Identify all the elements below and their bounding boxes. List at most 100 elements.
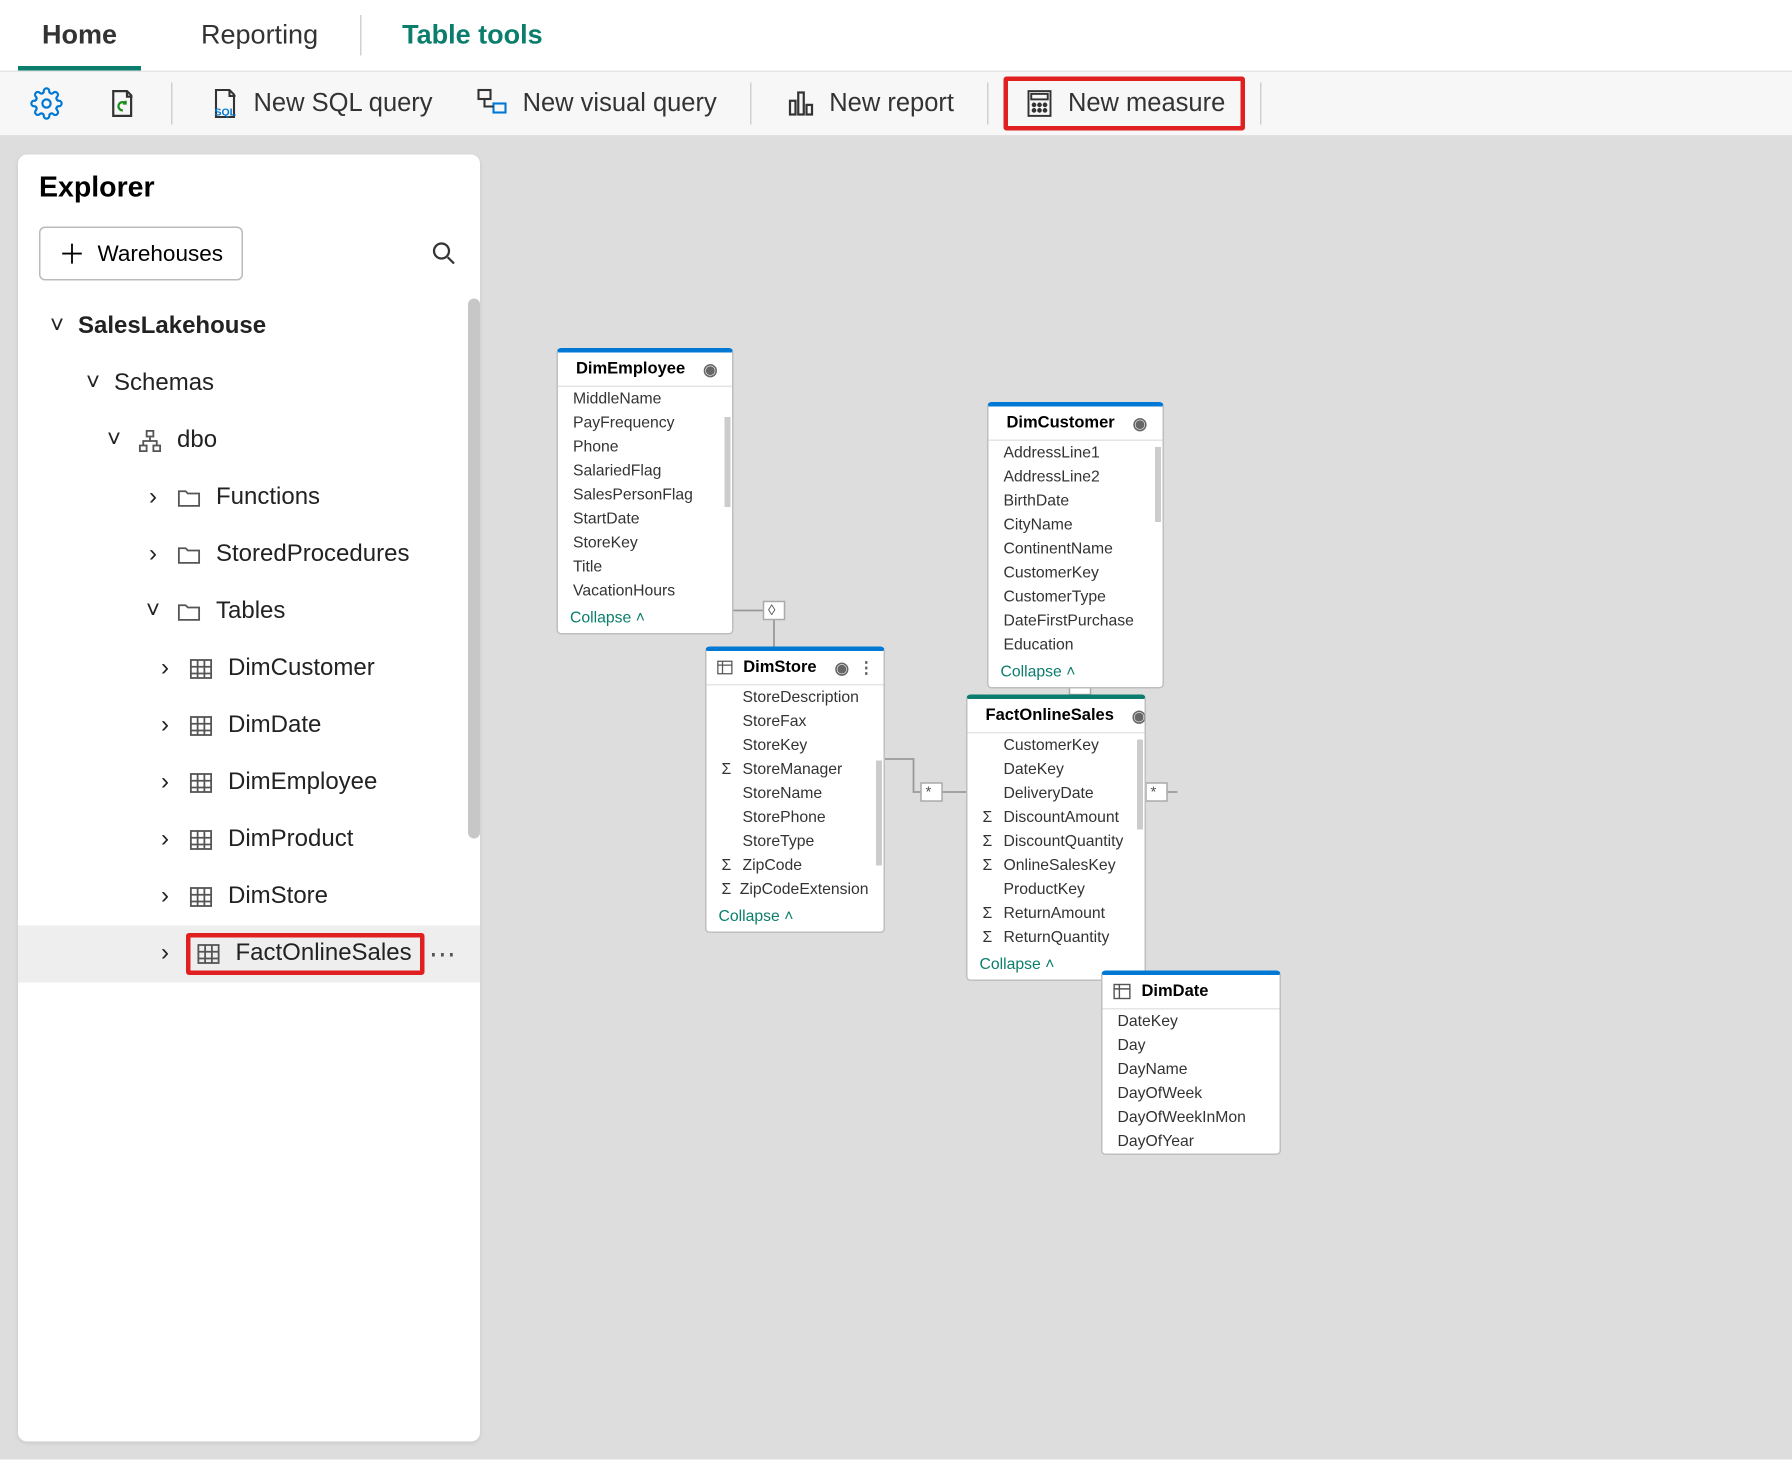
visibility-icon[interactable]: ◉	[1133, 413, 1147, 433]
tree-item-storedprocedures[interactable]: › StoredProcedures	[18, 527, 480, 584]
field-row[interactable]: StoreType	[707, 830, 884, 854]
tree-item-dimdate[interactable]: › DimDate	[18, 698, 480, 755]
field-row[interactable]: DateKey	[1103, 1010, 1280, 1034]
field-row[interactable]: SalesPersonFlag	[558, 483, 732, 507]
field-row[interactable]: DayOfWeek	[1103, 1082, 1280, 1106]
settings-button[interactable]	[12, 81, 81, 126]
tree-label: DimCustomer	[228, 656, 480, 683]
new-report-button[interactable]: New report	[766, 81, 972, 126]
table-card-dimstore[interactable]: DimStore ◉ ⋮ StoreDescriptionStoreFaxSto…	[705, 647, 885, 934]
field-row[interactable]: Education	[989, 633, 1163, 657]
tab-table-tools[interactable]: Table tools	[360, 0, 585, 71]
more-icon[interactable]: ⋮	[858, 658, 875, 678]
tree-item-dimemployee[interactable]: › DimEmployee	[18, 755, 480, 812]
field-row[interactable]: SalariedFlag	[558, 459, 732, 483]
table-card-dimcustomer[interactable]: DimCustomer ◉ ⋮ AddressLine1AddressLine2…	[987, 402, 1164, 689]
collapse-button[interactable]: Collapse˄	[989, 657, 1163, 687]
field-row[interactable]: MiddleName	[558, 387, 732, 411]
tree-item-dbo[interactable]: ˅ dbo	[18, 413, 480, 470]
field-row[interactable]: ΣOnlineSalesKey	[968, 854, 1145, 878]
field-row[interactable]: CustomerKey	[989, 561, 1163, 585]
field-label: StoreType	[743, 833, 815, 851]
field-row[interactable]: DeliveryDate	[968, 782, 1145, 806]
field-row[interactable]: StartDate	[558, 507, 732, 531]
visibility-icon[interactable]: ◉	[1132, 706, 1146, 726]
field-row[interactable]: VacationHours	[558, 579, 732, 603]
field-row[interactable]: PayFrequency	[558, 411, 732, 435]
field-row[interactable]: ΣZipCodeExtension	[707, 878, 884, 902]
field-row[interactable]: ProductKey	[968, 878, 1145, 902]
scrollbar[interactable]	[725, 417, 731, 507]
table-icon	[716, 657, 735, 678]
tree-item-dimproduct[interactable]: › DimProduct	[18, 812, 480, 869]
tree-item-factonlinesales[interactable]: › FactOnlineSales ⋯	[18, 926, 480, 983]
tree-item-dimcustomer[interactable]: › DimCustomer	[18, 641, 480, 698]
card-title: DimEmployee	[576, 360, 685, 378]
field-row[interactable]: ΣDiscountAmount	[968, 806, 1145, 830]
scrollbar[interactable]	[1155, 447, 1161, 522]
new-sql-query-button[interactable]: SQL New SQL query	[188, 80, 451, 128]
more-icon[interactable]: ⋯	[425, 938, 461, 970]
visibility-icon[interactable]: ◉	[835, 658, 849, 678]
field-row[interactable]: DayOfWeekInMon	[1103, 1106, 1280, 1130]
card-header: FactOnlineSales ◉ ⋮	[968, 699, 1145, 734]
field-row[interactable]: CityName	[989, 513, 1163, 537]
collapse-button[interactable]: Collapse˄	[707, 902, 884, 932]
more-icon[interactable]: ⋮	[727, 359, 734, 379]
field-row[interactable]: Phone	[558, 435, 732, 459]
field-row[interactable]: StoreKey	[707, 734, 884, 758]
field-row[interactable]: ΣReturnQuantity	[968, 926, 1145, 950]
refresh-button[interactable]	[87, 81, 156, 126]
field-row[interactable]: AddressLine2	[989, 465, 1163, 489]
field-row[interactable]: ΣZipCode	[707, 854, 884, 878]
table-card-dimdate[interactable]: DimDate DateKeyDayDayNameDayOfWeekDayOfW…	[1101, 971, 1281, 1156]
field-row[interactable]: StoreFax	[707, 710, 884, 734]
tree-item-dimstore[interactable]: › DimStore	[18, 869, 480, 926]
field-row[interactable]: ΣReturnAmount	[968, 902, 1145, 926]
field-row[interactable]: StoreKey	[558, 531, 732, 555]
visibility-icon[interactable]: ◉	[703, 359, 717, 379]
field-row[interactable]: ΣDiscountQuantity	[968, 830, 1145, 854]
tab-home[interactable]: Home	[0, 0, 159, 71]
sigma-icon: Σ	[983, 833, 998, 851]
more-icon[interactable]: ⋮	[1156, 413, 1164, 433]
tree-item-saleslakehouse[interactable]: ˅ SalesLakehouse	[18, 299, 480, 356]
table-card-dimemployee[interactable]: DimEmployee ◉ ⋮ MiddleNamePayFrequencyPh…	[557, 348, 734, 635]
chevron-up-icon: ˄	[784, 908, 793, 926]
explorer-panel: Explorer ＋ Warehouses ˅ SalesLakehouse	[18, 155, 480, 1442]
field-row[interactable]: DayOfYear	[1103, 1130, 1280, 1154]
field-row[interactable]: StoreName	[707, 782, 884, 806]
field-row[interactable]: CustomerKey	[968, 734, 1145, 758]
field-row[interactable]: DateKey	[968, 758, 1145, 782]
diagram-canvas[interactable]: 1 ◊ * 1 * 1 ◊ * * *	[0, 137, 1792, 1460]
new-measure-button[interactable]: New measure	[1003, 77, 1244, 131]
tree-item-tables[interactable]: ˅ Tables	[18, 584, 480, 641]
collapse-button[interactable]: Collapse˄	[558, 603, 732, 633]
field-row[interactable]: BirthDate	[989, 489, 1163, 513]
field-row[interactable]: DayName	[1103, 1058, 1280, 1082]
field-row[interactable]: CustomerType	[989, 585, 1163, 609]
scrollbar[interactable]	[468, 299, 480, 839]
table-card-factonlinesales[interactable]: FactOnlineSales ◉ ⋮ CustomerKeyDateKeyDe…	[966, 695, 1146, 982]
field-label: StoreFax	[743, 713, 807, 731]
tree-item-schemas[interactable]: ˅ Schemas	[18, 356, 480, 413]
field-row[interactable]: DateFirstPurchase	[989, 609, 1163, 633]
scrollbar[interactable]	[876, 761, 882, 866]
field-row[interactable]: ΣStoreManager	[707, 758, 884, 782]
field-row[interactable]: Day	[1103, 1034, 1280, 1058]
add-warehouses-button[interactable]: ＋ Warehouses	[39, 227, 242, 281]
add-warehouses-label: Warehouses	[98, 241, 223, 267]
field-row[interactable]: StoreDescription	[707, 686, 884, 710]
chevron-right-icon: ›	[156, 770, 174, 797]
field-row[interactable]: Title	[558, 555, 732, 579]
tree-item-functions[interactable]: › Functions	[18, 470, 480, 527]
field-row[interactable]: ContinentName	[989, 537, 1163, 561]
new-visual-query-button[interactable]: New visual query	[457, 80, 735, 128]
field-row[interactable]: AddressLine1	[989, 441, 1163, 465]
scrollbar[interactable]	[1137, 740, 1143, 830]
tree-label: DimDate	[228, 713, 480, 740]
field-row[interactable]: StorePhone	[707, 806, 884, 830]
tab-reporting[interactable]: Reporting	[159, 0, 360, 71]
search-icon[interactable]	[429, 239, 459, 269]
chevron-down-icon: ˅	[48, 314, 66, 341]
